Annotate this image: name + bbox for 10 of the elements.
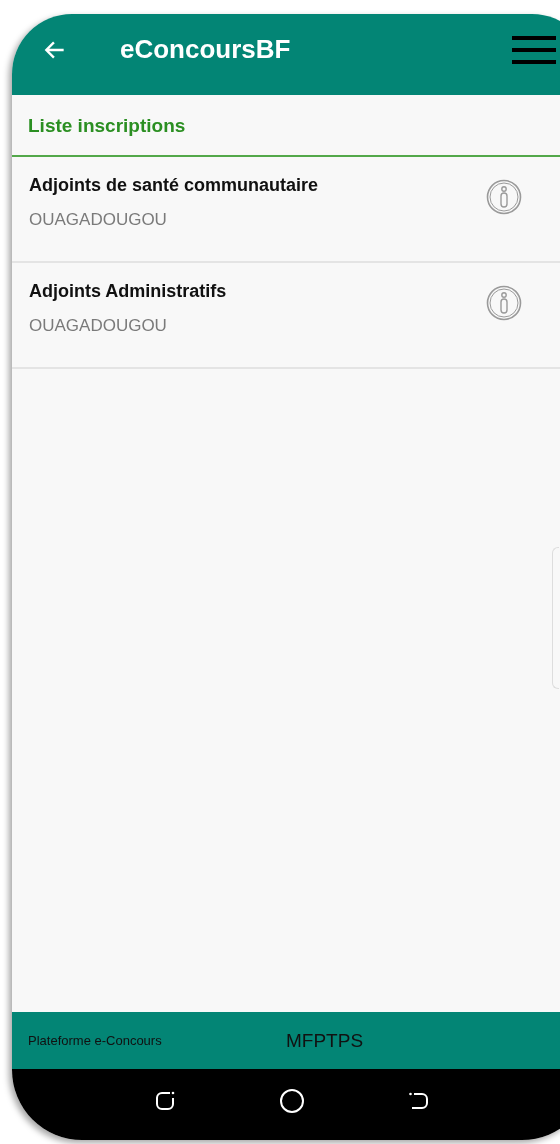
footer-ministry-text: MFPTPS (286, 1029, 364, 1052)
list-item[interactable]: Adjoints de santé communautaire OUAGADOUGOU (12, 157, 560, 263)
list-item[interactable]: Adjoints Administratifs OUAGADOUGOU (12, 263, 560, 369)
app-title: eConcoursBF (120, 34, 292, 65)
footer-platform-text: Plateforme e-Concours (28, 1033, 163, 1048)
item-title: Adjoints de santé communautaire (29, 174, 320, 196)
item-title: Adjoints Administratifs (29, 280, 228, 302)
item-location: OUAGADOUGOU (29, 315, 168, 336)
item-location: OUAGADOUGOU (29, 209, 168, 230)
section-title: Liste inscriptions (12, 95, 560, 157)
